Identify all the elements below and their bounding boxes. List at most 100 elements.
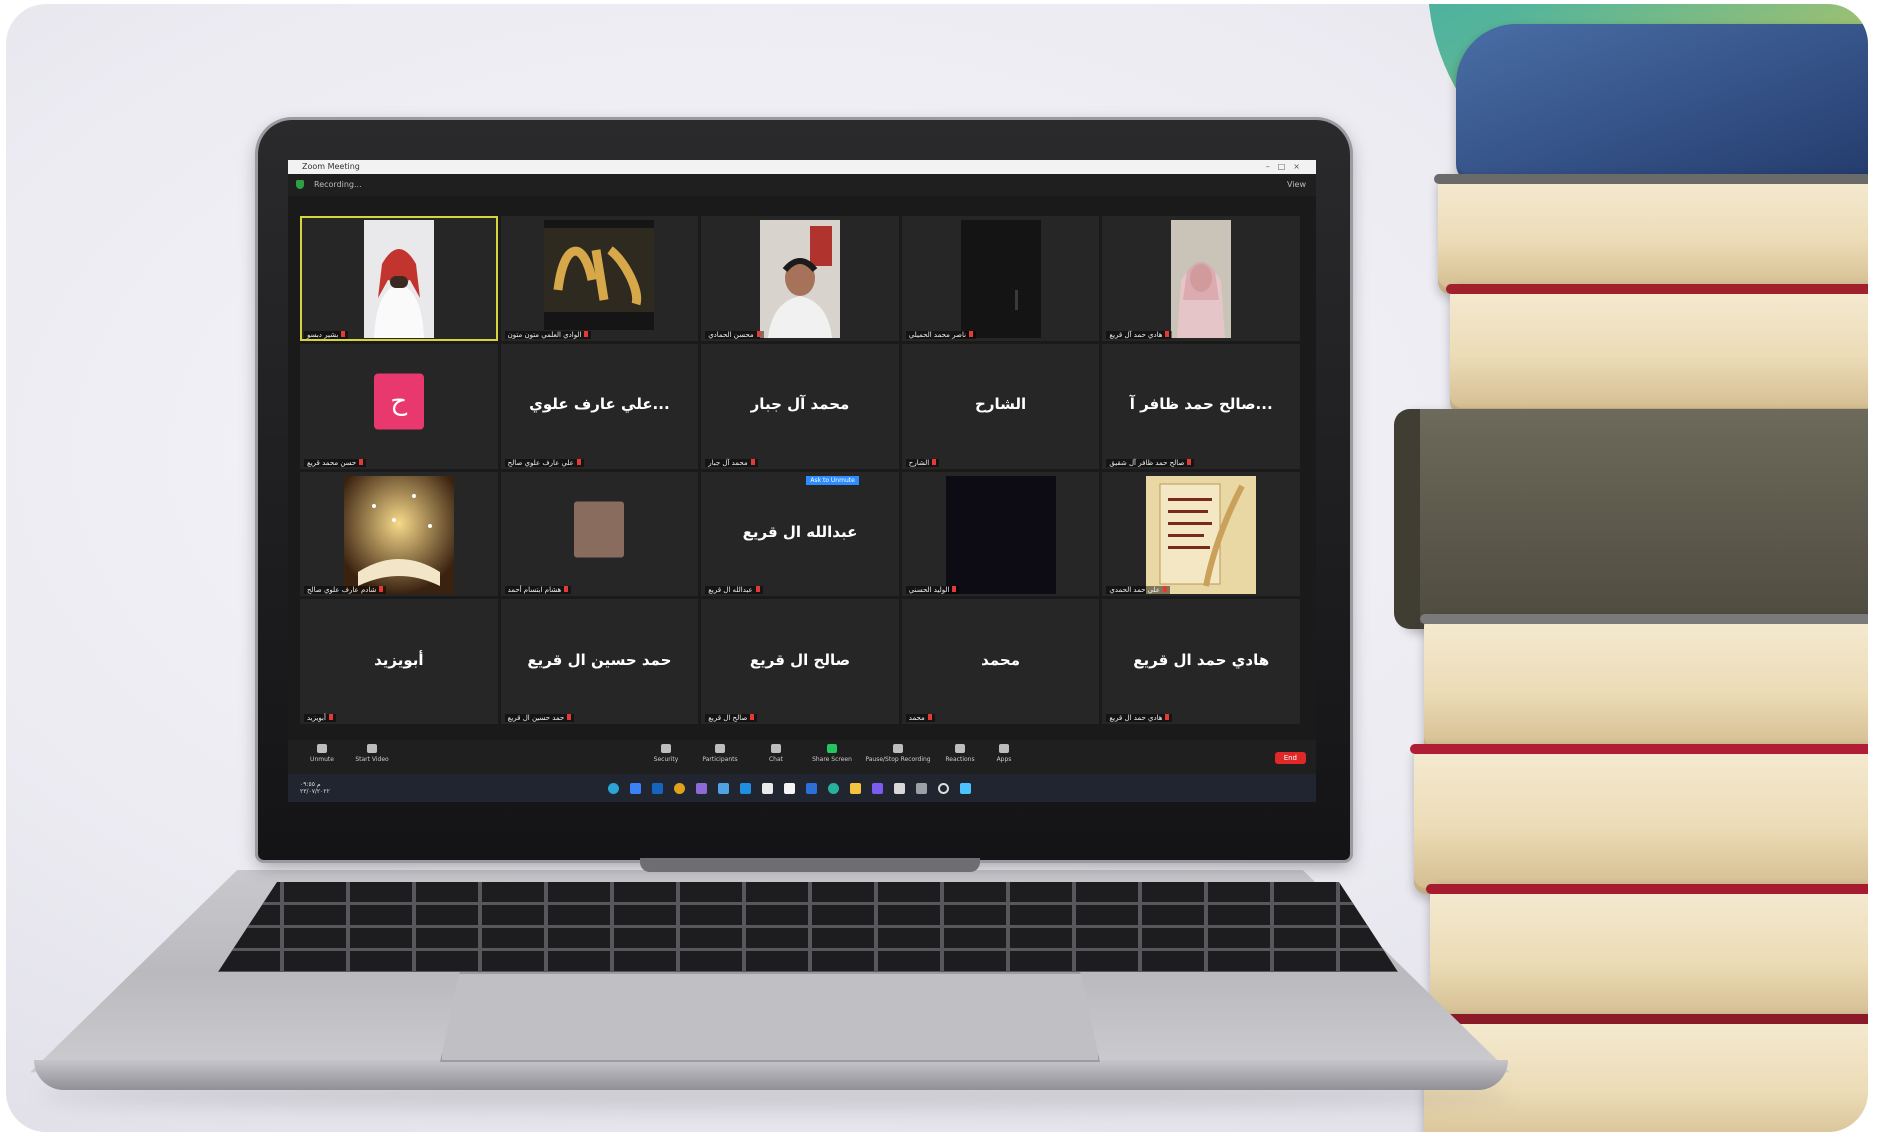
app-icon[interactable]	[894, 783, 905, 794]
book-1	[1434, 174, 1868, 294]
reactions-icon	[955, 744, 965, 753]
dropbox-icon[interactable]	[762, 783, 773, 794]
participant-display-name: محمد آل جبار	[750, 395, 850, 414]
participant-tile[interactable]: ناصر محمد الحميلي	[901, 216, 1100, 341]
windows-taskbar: م ٠٩:٥٥ ٢٣/٠٧/٢٠٢٢	[288, 774, 1316, 802]
pause-stop-recording-button[interactable]: Pause/Stop Recording	[860, 744, 936, 763]
file-explorer-icon[interactable]	[850, 783, 861, 794]
pause-stop-icon	[893, 744, 903, 753]
video-off-icon	[367, 744, 377, 753]
participants-icon	[715, 744, 725, 753]
window-title: Zoom Meeting	[302, 162, 360, 171]
app-icon[interactable]	[828, 783, 839, 794]
meeting-toolbar: Unmute Start Video Security Participants…	[288, 740, 1316, 774]
laptop-hinge	[640, 858, 980, 872]
mic-muted-icon	[927, 714, 932, 720]
participant-display-name: الشارح	[975, 395, 1027, 414]
participant-tile[interactable]: محمد آل جبار محمد آل جبار	[701, 343, 899, 469]
app-icon[interactable]	[806, 783, 817, 794]
mic-muted-icon	[750, 458, 755, 465]
app-icon[interactable]	[916, 783, 927, 794]
mic-muted-icon	[584, 330, 589, 337]
participant-display-name: محمد	[981, 650, 1020, 669]
recording-status[interactable]: Recording...	[314, 180, 362, 189]
participant-name: عبدالله ال قريع	[705, 586, 763, 595]
mic-muted-icon	[564, 586, 569, 593]
participant-tile[interactable]: محمد محمد	[901, 599, 1100, 724]
participant-tile[interactable]: هادي حمد ال قريع هادي حمد ال قريع	[1102, 599, 1300, 724]
apps-button[interactable]: Apps	[974, 744, 1034, 763]
mic-muted-icon	[379, 586, 384, 593]
participant-photo	[960, 220, 1041, 338]
participant-name: صالح ال قريع	[705, 714, 758, 722]
chrome-icon[interactable]	[674, 783, 685, 794]
participant-display-name: ...صالح حمد ظافر آ	[1129, 395, 1273, 414]
book-6	[1426, 884, 1868, 1024]
end-meeting-button[interactable]: End	[1274, 752, 1306, 764]
participant-tile[interactable]: Ask to Unmute عبدالله ال قريع عبدالله ال…	[701, 471, 899, 597]
participant-tile[interactable]: ...صالح حمد ظافر آ صالح حمد ظافر آل شقيق	[1102, 343, 1300, 469]
participant-name: محمد آل جبار	[705, 458, 758, 467]
participant-grid: بشير دبسو الوادي العلمي متون متون محسن ا…	[300, 216, 1300, 724]
participant-name: شادم عارف علوي صالح	[304, 586, 387, 595]
app-icon[interactable]	[740, 783, 751, 794]
participant-display-name: ...علي عارف علوي	[529, 395, 670, 414]
participant-tile[interactable]: هشام ابتسام أحمد	[500, 471, 699, 597]
participant-display-name: هادي حمد ال قريع	[1133, 650, 1270, 669]
app-icon[interactable]	[696, 783, 707, 794]
security-button[interactable]: Security	[636, 744, 696, 763]
mic-muted-icon	[567, 714, 572, 720]
book-blue	[1456, 24, 1868, 184]
chat-button[interactable]: Chat	[746, 744, 806, 763]
book-4	[1420, 614, 1868, 754]
participant-tile[interactable]: بشير دبسو	[300, 216, 498, 341]
app-icon[interactable]	[630, 783, 641, 794]
participant-display-name: حمد حسين ال قريع	[527, 650, 672, 669]
encryption-shield-icon[interactable]	[296, 180, 304, 189]
participants-button[interactable]: Participants	[690, 744, 750, 763]
microphone-muted-icon	[317, 744, 327, 753]
participant-photo	[1146, 475, 1257, 594]
share-screen-button[interactable]: Share Screen	[802, 744, 862, 763]
participant-name: هشام ابتسام أحمد	[504, 586, 572, 595]
participant-display-name: أبويزيد	[374, 650, 424, 669]
outlook-icon[interactable]	[652, 783, 663, 794]
app-icon[interactable]	[718, 783, 729, 794]
app-icon[interactable]	[784, 783, 795, 794]
participant-tile[interactable]: حمد حسين ال قريع حمد حسين ال قريع	[500, 599, 699, 724]
participant-tile[interactable]: علي حمد الحمدي	[1102, 471, 1300, 597]
participant-tile[interactable]: الشارح الشارح	[901, 343, 1100, 469]
participant-photo	[945, 475, 1056, 594]
participant-photo	[343, 475, 454, 594]
participant-display-name: صالح ال قريع	[749, 650, 851, 669]
participant-display-name: عبدالله ال قريع	[742, 523, 858, 542]
ask-to-unmute-button[interactable]: Ask to Unmute	[806, 475, 859, 485]
participant-avatar: ح	[373, 373, 424, 430]
participant-tile[interactable]: محسن الحمادي	[701, 216, 899, 341]
mic-muted-icon	[756, 330, 761, 337]
app-icon[interactable]	[872, 783, 883, 794]
participant-name: الوادي العلمي متون متون	[504, 330, 592, 339]
laptop-trackpad	[440, 972, 1100, 1062]
participant-tile[interactable]: أبويزيد أبويزيد	[300, 599, 498, 724]
search-icon[interactable]	[938, 783, 949, 794]
windows-start-icon[interactable]	[960, 783, 971, 794]
mic-muted-icon	[1165, 714, 1170, 720]
participant-name: علي حمد الحمدي	[1106, 586, 1171, 595]
start-video-button[interactable]: Start Video	[342, 744, 402, 763]
mic-muted-icon	[359, 458, 364, 465]
view-button[interactable]: View	[1287, 180, 1306, 189]
participant-tile[interactable]: الوليد الحسني	[901, 471, 1100, 597]
participant-tile[interactable]: ...علي عارف علوي علي عارف علوي صالح	[500, 343, 699, 469]
participant-tile[interactable]: صالح ال قريع صالح ال قريع	[701, 599, 899, 724]
window-controls[interactable]: –□×	[1266, 160, 1308, 174]
book-3	[1394, 409, 1868, 629]
taskbar-clock[interactable]: م ٠٩:٥٥ ٢٣/٠٧/٢٠٢٢	[300, 781, 330, 795]
book-5	[1410, 744, 1868, 894]
mic-muted-icon	[341, 330, 346, 337]
participant-tile[interactable]: شادم عارف علوي صالح	[300, 471, 498, 597]
participant-tile[interactable]: هادي حمد آل قريع	[1102, 216, 1300, 341]
edge-icon[interactable]	[608, 783, 619, 794]
participant-tile[interactable]: ح حسن محمد قريع	[300, 343, 498, 469]
participant-tile[interactable]: الوادي العلمي متون متون	[500, 216, 699, 341]
